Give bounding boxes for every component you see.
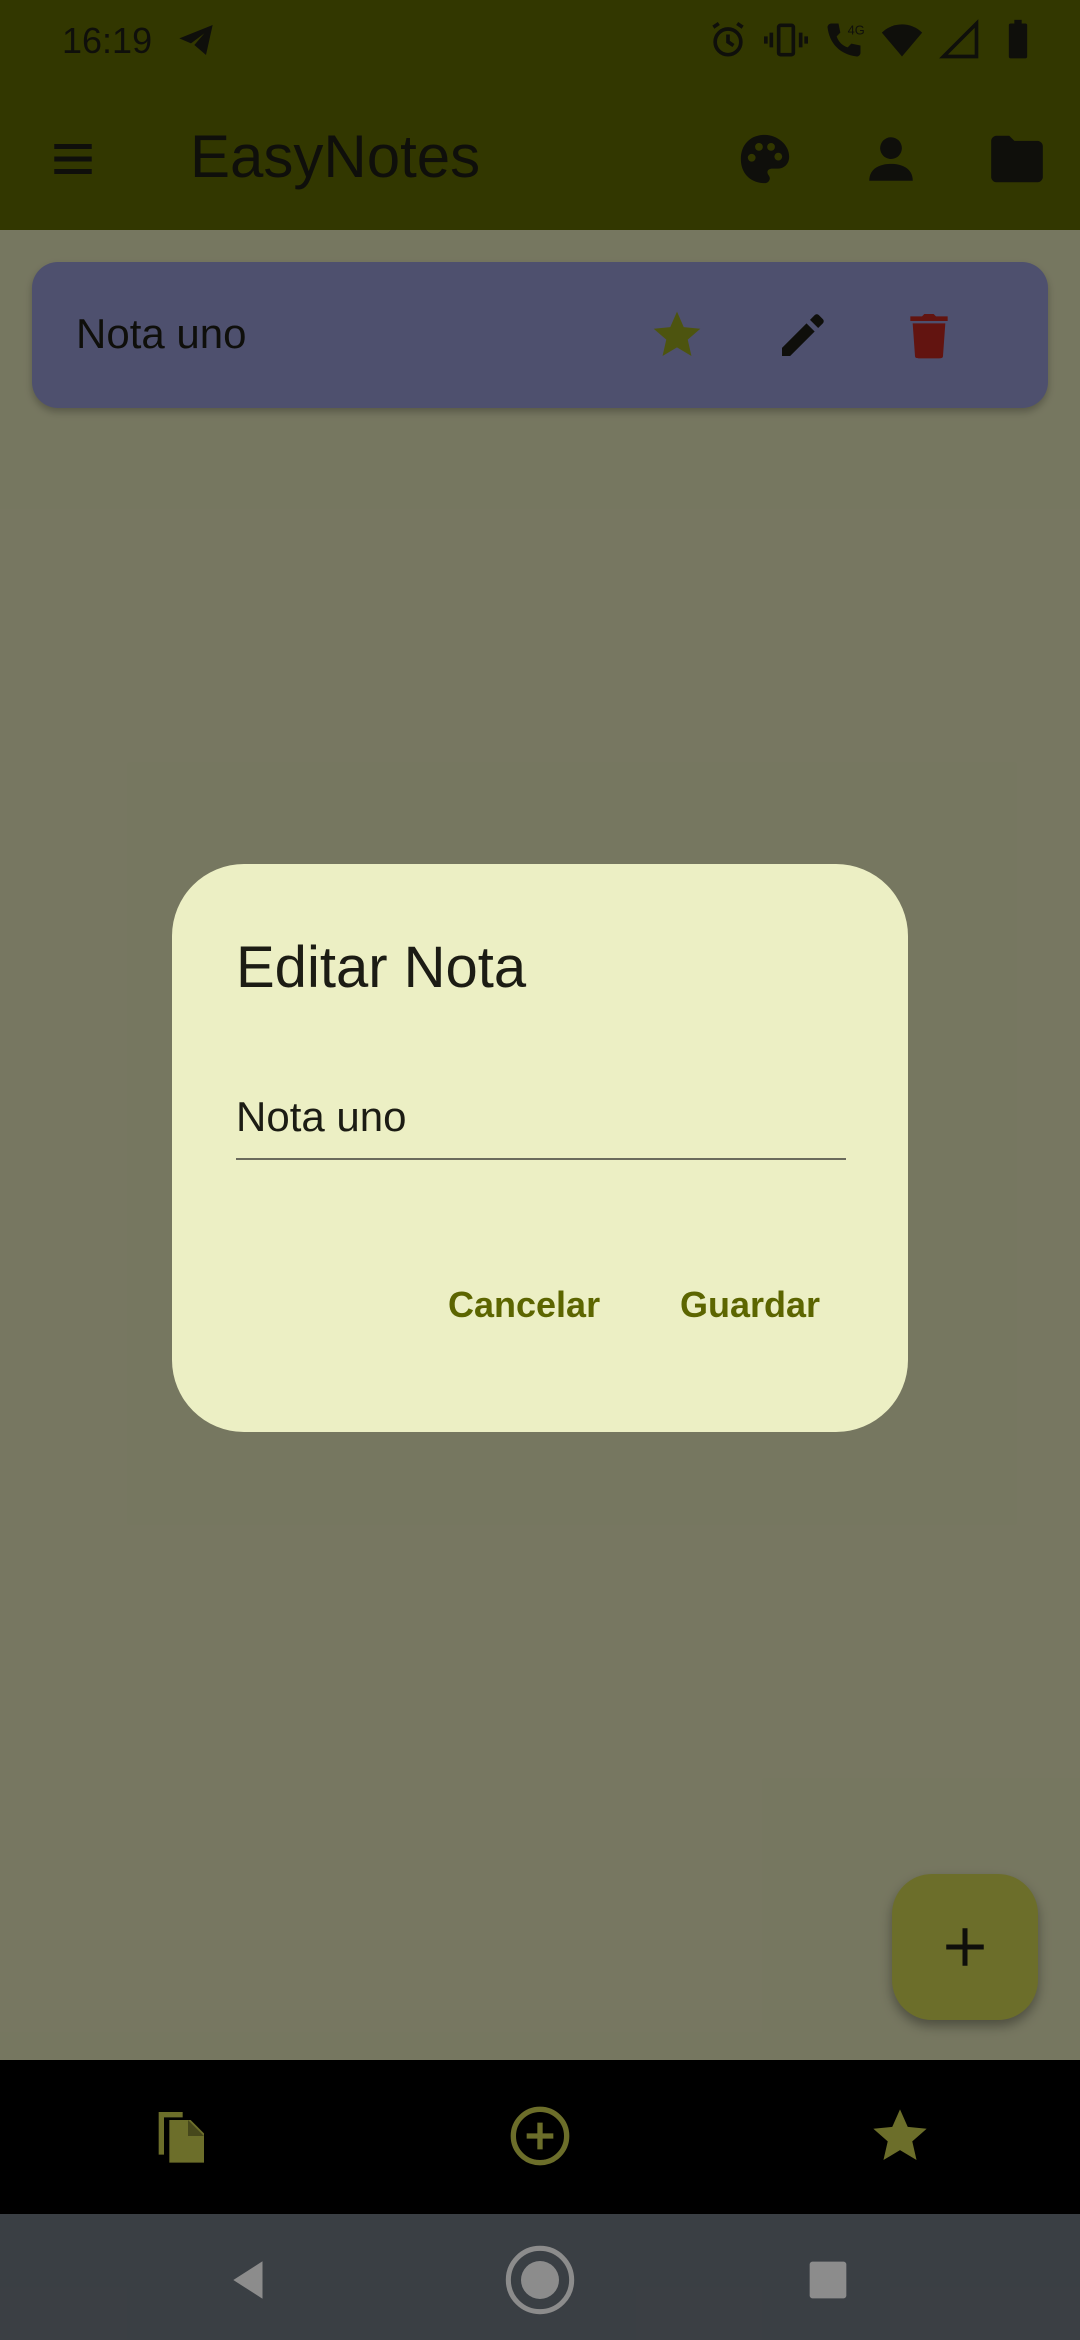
save-button[interactable]: Guardar	[668, 1274, 832, 1336]
dialog-title: Editar Nota	[236, 935, 527, 1000]
cancel-button[interactable]: Cancelar	[436, 1274, 612, 1336]
note-name-input[interactable]	[236, 1090, 846, 1160]
edit-note-dialog: Editar Nota Cancelar Guardar	[172, 864, 908, 1432]
